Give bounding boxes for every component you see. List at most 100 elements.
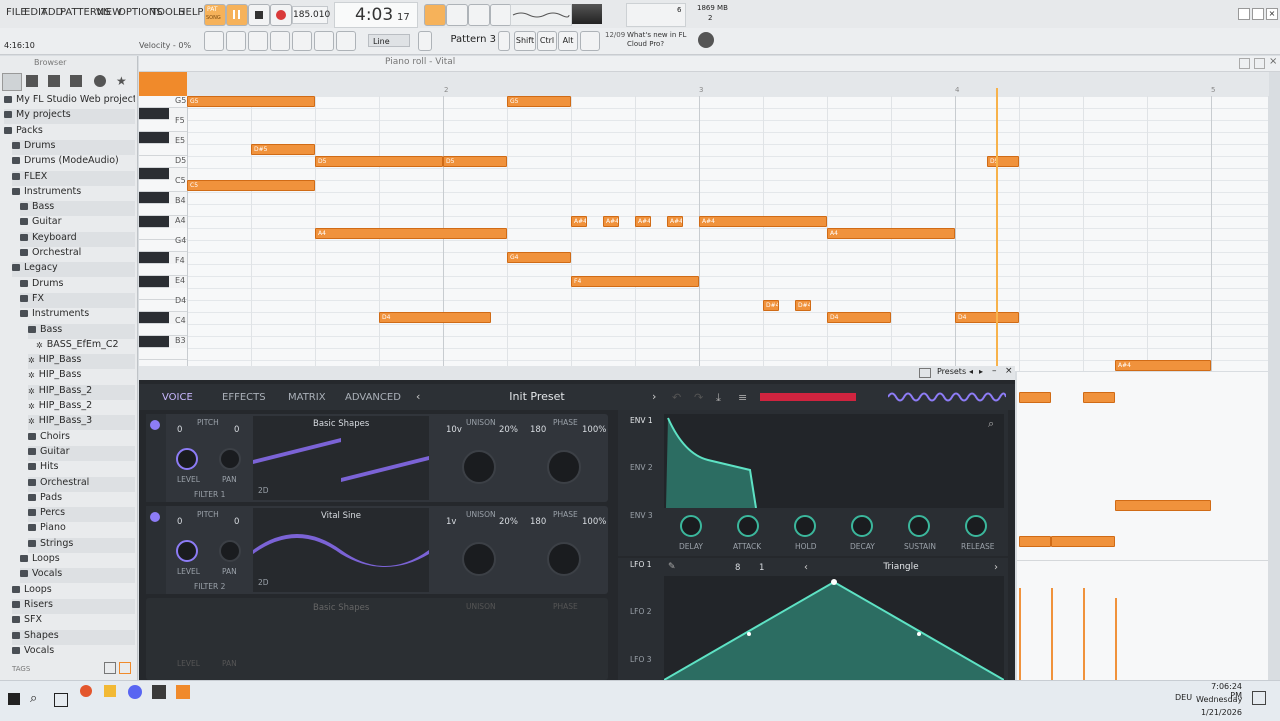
browser-icon[interactable] [248, 31, 268, 51]
stop-button[interactable] [248, 4, 270, 26]
note[interactable]: C5 [187, 180, 315, 191]
blend-notes-icon[interactable] [468, 4, 490, 26]
playlist-icon[interactable] [314, 31, 334, 51]
app-icon[interactable] [152, 685, 166, 699]
browser-folder[interactable]: Bass [28, 323, 135, 339]
env-release-knob[interactable] [965, 515, 987, 537]
osc2-phase-knob[interactable] [547, 542, 581, 576]
osc1-filter-routing[interactable]: FILTER 1 [194, 490, 225, 499]
env-search-icon[interactable]: ⌕ [988, 417, 994, 431]
piano-white-key[interactable] [139, 348, 187, 360]
note[interactable] [1115, 500, 1211, 511]
osc1-phase-value[interactable]: 180 [530, 425, 546, 435]
browser-plugin-icon[interactable] [48, 75, 60, 87]
piano-roll-close-icon[interactable]: × [1269, 56, 1277, 67]
search-icon[interactable]: ⌕ [30, 691, 37, 706]
velocity-bar[interactable] [1083, 588, 1085, 680]
play-pattern-icon[interactable] [418, 31, 432, 51]
piano-white-key[interactable] [139, 144, 187, 156]
snap-select[interactable]: Line [368, 34, 410, 47]
osc2-unison-knob[interactable] [462, 542, 496, 576]
browser-folder[interactable]: Instruments [20, 308, 135, 323]
note[interactable]: A#4 [635, 216, 651, 227]
note[interactable]: G5 [507, 96, 571, 107]
browser-folder[interactable]: Vocals [20, 568, 135, 584]
osc2-wave-name[interactable]: Vital Sine [321, 511, 361, 521]
browser-folder[interactable]: Drums (ModeAudio) [12, 155, 135, 170]
tab-advanced[interactable]: ADVANCED [345, 392, 401, 403]
clock-date[interactable]: 1/21/2026 [1196, 708, 1242, 717]
env-hold-knob[interactable] [794, 515, 816, 537]
tags-search-icon[interactable] [119, 662, 131, 674]
browser-folder[interactable]: Bass [20, 201, 135, 217]
note[interactable]: A#4 [1115, 360, 1211, 371]
close-icon[interactable]: × [1266, 8, 1278, 20]
clock-day[interactable]: Wednesday [1196, 695, 1242, 704]
pause-button[interactable] [226, 4, 248, 26]
tab-env2[interactable]: ENV 2 [630, 463, 653, 472]
tags-folder-icon[interactable] [104, 662, 116, 674]
note[interactable]: A#4 [667, 216, 683, 227]
browser-star-icon[interactable]: ★ [116, 75, 128, 87]
file-explorer-icon[interactable] [104, 685, 116, 697]
menu-help[interactable]: HELP [178, 7, 203, 18]
language-indicator[interactable]: DEU [1175, 693, 1192, 702]
tab-lfo3[interactable]: LFO 3 [630, 655, 652, 664]
note[interactable] [1051, 536, 1115, 547]
windows-start-icon[interactable] [8, 693, 20, 705]
prev-preset-icon[interactable]: ◂ [969, 367, 973, 376]
piano-black-key[interactable] [139, 108, 169, 120]
lfo-rate-denominator[interactable]: 1 [759, 563, 764, 573]
browser-file[interactable]: ✲ HIP_Bass_3 [28, 415, 135, 431]
osc1-level-knob[interactable] [176, 448, 198, 470]
tab-matrix[interactable]: MATRIX [288, 392, 326, 403]
browser-folder[interactable]: Choirs [28, 431, 135, 446]
countdown-icon[interactable] [446, 4, 468, 26]
vital-close-icon[interactable]: × [1005, 366, 1013, 376]
lfo-shape-next-icon[interactable]: › [994, 562, 998, 573]
note[interactable]: A#4 [699, 216, 827, 227]
piano-roll-tool-icon[interactable] [139, 72, 187, 96]
osc1-unison-knob[interactable] [462, 450, 496, 484]
preset-prev-icon[interactable]: ‹ [416, 390, 420, 403]
piano-black-key[interactable] [139, 252, 169, 264]
next-preset-icon[interactable]: ▸ [979, 367, 983, 376]
lfo-pencil-icon[interactable]: ✎ [668, 562, 676, 572]
osc2-unison-detune[interactable]: 20% [499, 517, 518, 527]
pat-song-toggle[interactable]: PAT SONG [204, 4, 226, 26]
osc2-phase-random[interactable]: 100% [582, 517, 606, 527]
note[interactable] [1083, 392, 1115, 403]
osc2-unison-voices[interactable]: 1v [446, 517, 456, 527]
note[interactable]: G4 [507, 252, 571, 263]
piano-black-key[interactable] [139, 276, 169, 288]
note[interactable]: D5 [987, 156, 1019, 167]
news-link[interactable]: What's new in FL Cloud Pro? [605, 31, 707, 49]
browser-folder[interactable]: Pads [28, 492, 135, 507]
lfo-shape-prev-icon[interactable]: ‹ [804, 562, 808, 573]
envelope-graph[interactable] [664, 414, 1004, 509]
piano-roll-minimize-icon[interactable] [1239, 58, 1250, 69]
piano-black-key[interactable] [139, 168, 169, 180]
record-button[interactable] [270, 4, 292, 26]
osc1-wave-name[interactable]: Basic Shapes [313, 419, 369, 429]
browser-folder[interactable]: Piano [28, 522, 135, 537]
vital-minimize-icon[interactable]: – [992, 366, 997, 376]
preset-next-icon[interactable]: › [652, 390, 656, 403]
account-icon[interactable] [698, 32, 714, 48]
presets-menu-icon[interactable] [919, 368, 931, 378]
browser-folder[interactable]: Guitar [28, 445, 135, 461]
browser-folder[interactable]: Orchestral [20, 247, 135, 262]
osc1-unison-detune[interactable]: 20% [499, 425, 518, 435]
velocity-bar[interactable] [1115, 598, 1117, 680]
tab-voice[interactable]: VOICE [162, 392, 193, 403]
notifications-icon[interactable] [1252, 691, 1266, 705]
osc2-pan-knob[interactable] [219, 540, 241, 562]
note[interactable]: A4 [315, 228, 507, 239]
browser-folder[interactable]: Risers [12, 598, 135, 614]
note[interactable] [1019, 392, 1051, 403]
env-sustain-knob[interactable] [908, 515, 930, 537]
add-pattern-icon[interactable] [498, 31, 510, 51]
alt-button[interactable]: Alt [558, 31, 578, 51]
browser-folder[interactable]: Vocals [12, 645, 135, 660]
maximize-icon[interactable] [1252, 8, 1264, 20]
